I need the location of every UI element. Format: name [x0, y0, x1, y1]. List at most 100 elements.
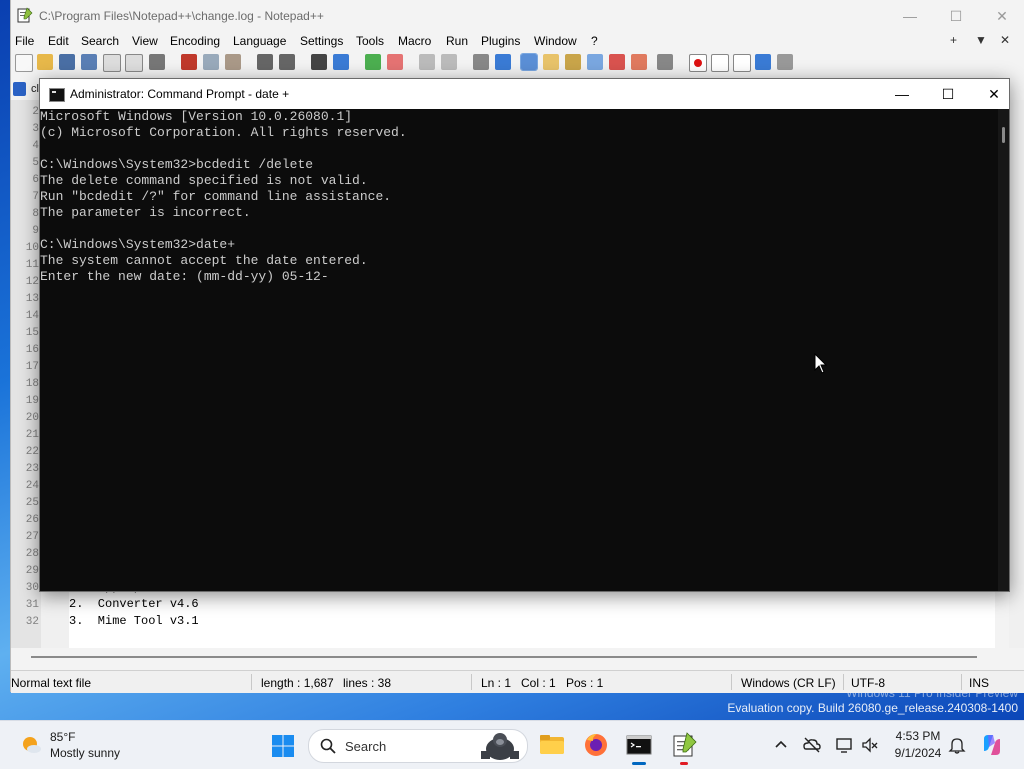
- record-macro-icon[interactable]: [689, 54, 707, 72]
- save-icon[interactable]: [59, 54, 75, 70]
- copilot-icon[interactable]: [980, 733, 1004, 757]
- weather-condition[interactable]: Mostly sunny: [50, 746, 120, 760]
- firefox-icon[interactable]: [582, 731, 610, 759]
- menu-settings[interactable]: Settings: [300, 34, 343, 48]
- find-icon[interactable]: [311, 54, 327, 70]
- zoom-in-icon[interactable]: [365, 54, 381, 70]
- minimize-button[interactable]: —: [887, 0, 933, 32]
- folder-workspace-icon[interactable]: [631, 54, 647, 70]
- function-list-icon[interactable]: [609, 54, 625, 70]
- zoom-out-icon[interactable]: [387, 54, 403, 70]
- onedrive-sync-off-icon[interactable]: [802, 735, 822, 755]
- start-windows-icon[interactable]: [271, 734, 295, 758]
- line-number: 10: [25, 242, 39, 254]
- menu-search[interactable]: Search: [81, 34, 119, 48]
- cmd-minimize-button[interactable]: —: [879, 79, 925, 109]
- show-hidden-icons-chevron-icon[interactable]: [771, 735, 791, 755]
- status-file-type: Normal text file: [11, 676, 92, 690]
- console-line: The system cannot accept the date entere…: [40, 253, 368, 268]
- menu-run[interactable]: Run: [446, 34, 468, 48]
- code-line[interactable]: 3. Mime Tool v3.1: [69, 614, 199, 628]
- cmd-close-button[interactable]: ✕: [971, 79, 1017, 109]
- maximize-button[interactable]: ☐: [933, 0, 979, 32]
- menu-edit[interactable]: Edit: [48, 34, 69, 48]
- taskbar-notepadpp[interactable]: [670, 731, 698, 765]
- menu-tools[interactable]: Tools: [356, 34, 384, 48]
- close-button[interactable]: ✕: [979, 0, 1024, 32]
- sync-vertical-icon[interactable]: [419, 54, 435, 70]
- status-pos: Pos : 1: [566, 676, 604, 690]
- monitoring-icon[interactable]: [657, 54, 673, 70]
- command-prompt-icon: [626, 735, 652, 755]
- redo-icon[interactable]: [279, 54, 295, 70]
- show-all-chars-icon[interactable]: [495, 54, 511, 70]
- line-number: 14: [25, 310, 39, 322]
- network-monitor-icon[interactable]: [834, 735, 854, 755]
- editor-horizontal-scrollbar[interactable]: [31, 652, 977, 662]
- console-line: Microsoft Windows [Version 10.0.26080.1]: [40, 109, 353, 124]
- console-line: C:\Windows\System32>bcdedit /delete: [40, 157, 314, 172]
- open-file-icon[interactable]: [37, 54, 53, 70]
- console-line: The parameter is incorrect.: [40, 205, 251, 220]
- code-line[interactable]: 2. Converter v4.6: [69, 597, 199, 611]
- menu-help[interactable]: ?: [591, 34, 598, 48]
- line-number: 2: [32, 106, 39, 118]
- menu-view[interactable]: View: [132, 34, 158, 48]
- play-multiple-macro-icon[interactable]: [755, 54, 771, 70]
- tab-list-dropdown-icon[interactable]: ▼: [975, 33, 987, 47]
- file-explorer-icon[interactable]: [538, 731, 566, 759]
- menu-encoding[interactable]: Encoding: [170, 34, 220, 48]
- line-number: 31: [25, 599, 39, 611]
- close-tab-icon[interactable]: ✕: [1000, 33, 1010, 47]
- weather-temperature[interactable]: 85°F: [50, 730, 75, 744]
- menu-file[interactable]: File: [15, 34, 34, 48]
- menu-macro[interactable]: Macro: [398, 34, 431, 48]
- save-all-icon[interactable]: [81, 54, 97, 70]
- console-output[interactable]: Microsoft Windows [Version 10.0.26080.1]…: [40, 109, 998, 591]
- save-macro-icon[interactable]: [777, 54, 793, 70]
- udl-icon[interactable]: [543, 54, 559, 70]
- line-number: 18: [25, 378, 39, 390]
- cmd-maximize-button[interactable]: ☐: [925, 79, 971, 109]
- cut-icon[interactable]: [181, 54, 197, 70]
- cmd-title: Administrator: Command Prompt - date +: [70, 87, 290, 101]
- replace-icon[interactable]: [333, 54, 349, 70]
- volume-muted-icon[interactable]: [860, 735, 880, 755]
- notepadpp-titlebar[interactable]: C:\Program Files\Notepad++\change.log - …: [11, 0, 1024, 32]
- taskbar-search-box[interactable]: Search: [308, 729, 528, 763]
- menu-plugins[interactable]: Plugins: [481, 34, 520, 48]
- editor-vertical-scrollbar[interactable]: [1009, 100, 1024, 648]
- copy-icon[interactable]: [203, 54, 219, 70]
- stop-macro-icon[interactable]: [711, 54, 729, 72]
- menu-window[interactable]: Window: [534, 34, 577, 48]
- command-prompt-window: Administrator: Command Prompt - date + —…: [39, 78, 1010, 592]
- word-wrap-icon[interactable]: [473, 54, 489, 70]
- new-file-icon[interactable]: [15, 54, 33, 72]
- indent-guide-icon[interactable]: [520, 53, 538, 71]
- paste-icon[interactable]: [225, 54, 241, 70]
- sync-horizontal-icon[interactable]: [441, 54, 457, 70]
- search-icon: [320, 738, 336, 754]
- notepadpp-taskbar-icon: [673, 732, 697, 757]
- document-list-icon[interactable]: [587, 54, 603, 70]
- document-map-icon[interactable]: [565, 54, 581, 70]
- print-icon[interactable]: [149, 54, 165, 70]
- cmd-titlebar[interactable]: Administrator: Command Prompt - date + —…: [40, 79, 1009, 109]
- line-number: 16: [25, 344, 39, 356]
- taskbar-command-prompt[interactable]: [625, 731, 653, 765]
- cmd-scrollbar[interactable]: [998, 109, 1009, 591]
- clock-time[interactable]: 4:53 PM: [893, 729, 943, 743]
- line-number: 7: [32, 191, 39, 203]
- new-tab-plus-icon[interactable]: +: [950, 33, 957, 47]
- undo-icon[interactable]: [257, 54, 273, 70]
- clock-date[interactable]: 9/1/2024: [889, 746, 947, 760]
- notification-bell-icon[interactable]: [947, 735, 967, 755]
- status-eol: Windows (CR LF): [741, 676, 836, 690]
- close-file-icon[interactable]: [103, 54, 121, 72]
- close-all-icon[interactable]: [125, 54, 143, 72]
- status-encoding: UTF-8: [851, 676, 885, 690]
- line-number-gutter: 2 3 4 5 6 7 8 9 10 11 12 13 14 15 16 17 18 19 20 21 22 23 24 25…: [11, 100, 41, 648]
- weather-sun-icon[interactable]: [20, 734, 42, 756]
- menu-language[interactable]: Language: [233, 34, 286, 48]
- play-macro-icon[interactable]: [733, 54, 751, 72]
